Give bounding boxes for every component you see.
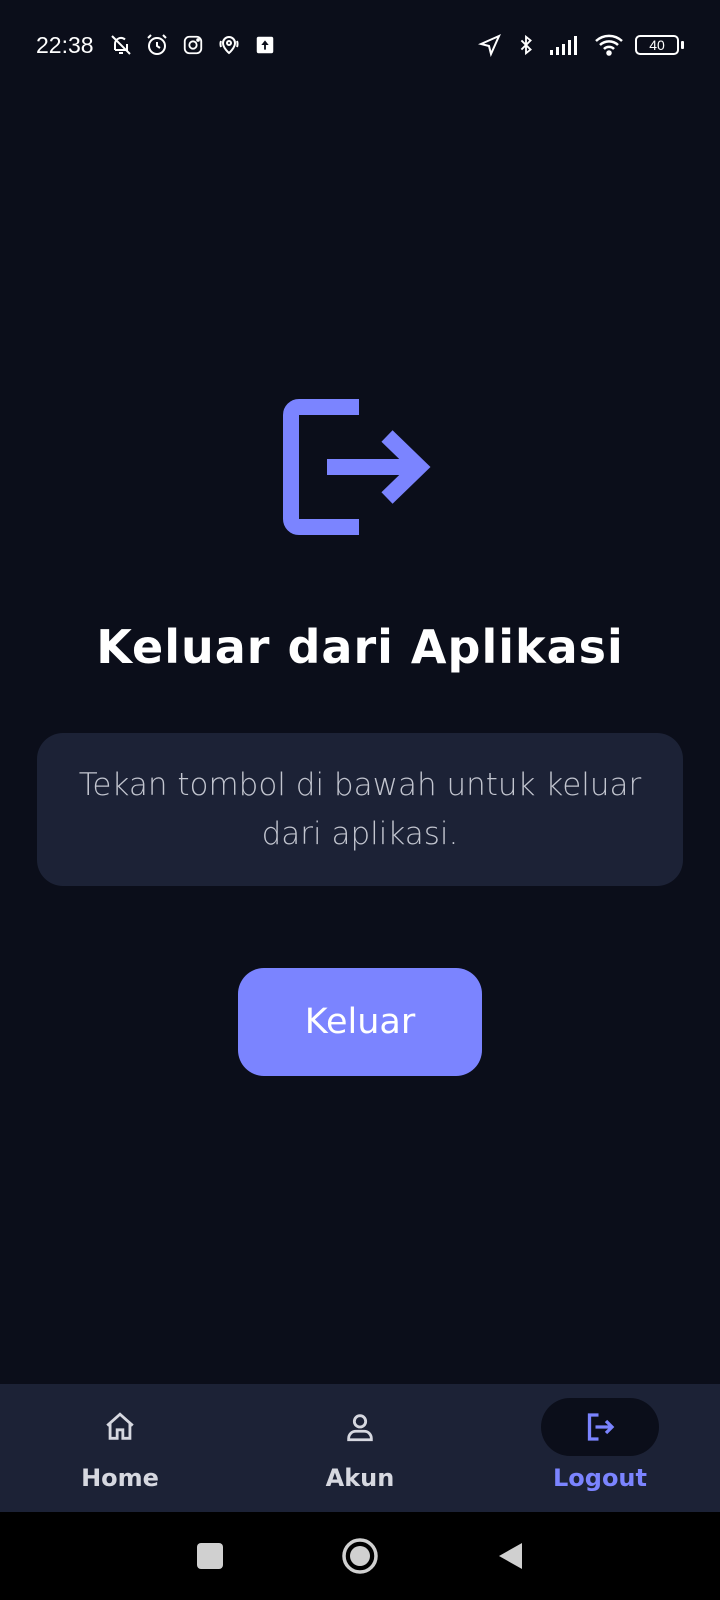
instagram-icon [180, 32, 206, 58]
triangle-back-icon [499, 1543, 522, 1569]
upload-icon [252, 32, 278, 58]
message-text: Tekan tombol di bawah untuk keluar dari … [78, 767, 642, 852]
status-bar-right: 40 [477, 32, 684, 58]
nav-label-akun: Akun [325, 1464, 395, 1492]
battery-level: 40 [635, 35, 679, 55]
signal-icon [549, 32, 583, 58]
system-navigation-bar [0, 1512, 720, 1600]
wifi-icon [593, 32, 625, 58]
logout-icon [587, 1413, 615, 1441]
location-pin-icon [216, 32, 242, 58]
nav-item-akun[interactable]: Akun [240, 1384, 480, 1512]
home-icon [106, 1412, 134, 1440]
logout-button[interactable]: Keluar [238, 968, 482, 1076]
navigation-icon [477, 32, 503, 58]
nav-item-logout[interactable]: Logout [480, 1384, 720, 1512]
main-content: Keluar dari Aplikasi Tekan tombol di baw… [0, 90, 720, 1384]
back-button[interactable] [490, 1536, 530, 1576]
nav-item-home[interactable]: Home [0, 1384, 240, 1512]
screen: 22:38 40 Keluar dari Aplikasi Tekan tomb… [0, 0, 720, 1600]
nav-label-home: Home [81, 1464, 159, 1492]
status-time: 22:38 [36, 31, 94, 58]
recents-button[interactable] [190, 1536, 230, 1576]
bluetooth-icon [513, 32, 539, 58]
nav-label-logout: Logout [552, 1464, 647, 1492]
page-title: Keluar dari Aplikasi [96, 620, 624, 674]
status-bar-left: 22:38 [36, 32, 278, 59]
status-bar: 22:38 40 [0, 0, 720, 90]
square-icon [197, 1543, 223, 1569]
alarm-icon [144, 32, 170, 58]
bell-off-icon [108, 32, 134, 58]
circle-icon [342, 1538, 378, 1574]
user-icon [347, 1414, 373, 1442]
battery-icon: 40 [635, 35, 684, 55]
message-card: Tekan tombol di bawah untuk keluar dari … [37, 733, 683, 886]
logout-icon [283, 399, 431, 535]
bottom-navigation: Home Akun Logout [0, 1384, 720, 1512]
home-button[interactable] [340, 1536, 380, 1576]
